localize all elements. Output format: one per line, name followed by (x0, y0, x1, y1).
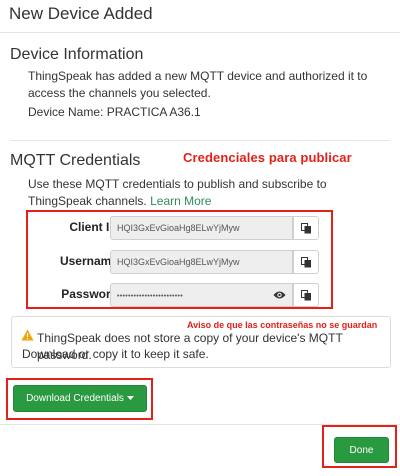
eye-icon[interactable] (273, 290, 286, 300)
mqtt-heading: MQTT Credentials (10, 152, 141, 169)
password-value: •••••••••••••••••••••••• (117, 293, 184, 300)
annotation-password-warning: Aviso de que las contraseñas no se guard… (187, 320, 378, 330)
password-row: Password •••••••••••••••••••••••• (30, 283, 330, 307)
device-info-description: ThingSpeak has added a new MQTT device a… (28, 69, 368, 100)
modal-title: New Device Added (9, 4, 153, 23)
header-divider (0, 32, 400, 33)
annotation-publish-credentials: Credenciales para publicar (183, 150, 352, 165)
username-copy-button[interactable] (293, 250, 319, 274)
device-info-heading: Device Information (10, 46, 144, 63)
client-id-copy-button[interactable] (293, 216, 319, 240)
done-label: Done (349, 444, 374, 456)
client-id-field[interactable]: HQI3GxEvGioaHg8ELwYjMyw (110, 216, 293, 240)
warning-icon (21, 329, 34, 341)
password-copy-button[interactable] (293, 283, 319, 307)
username-row: Username HQI3GxEvGioaHg8ELwYjMyw (30, 250, 330, 274)
copy-icon (300, 256, 311, 267)
download-credentials-label: Download Credentials (26, 393, 124, 404)
username-field[interactable]: HQI3GxEvGioaHg8ELwYjMyw (110, 250, 293, 274)
download-credentials-button[interactable]: Download Credentials (13, 385, 147, 412)
device-name: Device Name: PRACTICA A36.1 (28, 105, 201, 119)
mqtt-description: Use these MQTT credentials to publish an… (28, 176, 383, 210)
copy-icon (300, 289, 311, 300)
section-divider (10, 140, 390, 141)
caret-down-icon (126, 396, 134, 400)
password-field[interactable]: •••••••••••••••••••••••• (110, 283, 293, 307)
learn-more-link[interactable]: Learn More (150, 194, 211, 208)
done-button[interactable]: Done (334, 437, 389, 463)
copy-icon (300, 222, 311, 233)
client-id-row: Client ID HQI3GxEvGioaHg8ELwYjMyw (30, 216, 330, 240)
alert-line-2: Download or copy it to keep it safe. (22, 347, 209, 361)
